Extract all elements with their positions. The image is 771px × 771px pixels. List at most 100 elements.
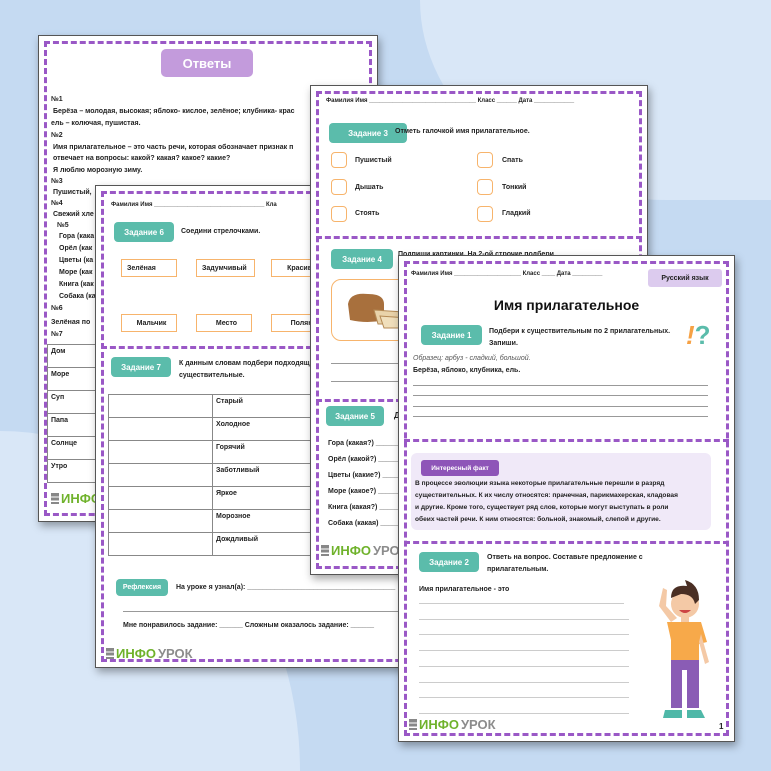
answer-line-text: Море (как xyxy=(59,269,93,276)
answer-cell[interactable] xyxy=(108,463,213,487)
fact-line: и другие. Кроме того, существует ряд сло… xyxy=(415,504,669,511)
answer-line[interactable] xyxy=(419,712,629,714)
word-box[interactable]: Мальчик xyxy=(121,314,177,332)
option-label: Стоять xyxy=(355,210,380,217)
answer-line-text: №2 xyxy=(51,132,63,139)
reflection-learned[interactable]: На уроке я узнал(а): ___________________… xyxy=(176,584,395,592)
answer-line-text: ель – колючая, пушистая. xyxy=(51,120,141,127)
answer-cell[interactable] xyxy=(108,486,213,510)
reflection-liked[interactable]: Мне понравилось задание: ______ Сложным … xyxy=(123,622,374,630)
option-label: Гладкий xyxy=(502,210,531,217)
answer-line[interactable] xyxy=(123,611,413,612)
answer-line[interactable] xyxy=(419,697,629,699)
infourok-logo: ИНФОУРОК xyxy=(321,543,408,558)
task7-text: существительные. xyxy=(179,372,245,379)
answers-title: Ответы xyxy=(161,49,253,77)
task4-label: Задание 4 xyxy=(331,249,393,269)
infourok-logo: ИНФОУРОК xyxy=(409,717,496,732)
answer-line[interactable] xyxy=(413,406,708,407)
answer-line-text: Собака (ка xyxy=(59,293,96,300)
name-field[interactable]: Фамилия Имя ____________________________… xyxy=(111,202,277,209)
answer-line-text: отвечает на вопросы: какой? какая? какое… xyxy=(53,155,231,162)
answer-line-text: №3 xyxy=(51,178,63,185)
section-divider xyxy=(404,439,729,442)
checkbox[interactable] xyxy=(477,206,493,222)
fact-line: обеих частей речи. К ним относятся: боль… xyxy=(415,516,661,523)
task7-label: Задание 7 xyxy=(111,357,171,377)
subject-badge: Русский язык xyxy=(648,269,722,287)
answer-cell[interactable] xyxy=(108,509,213,533)
word-box[interactable]: Задумчивый xyxy=(196,259,255,277)
task1-text: Подбери к существительным по 2 прилагате… xyxy=(489,328,671,335)
answer-line-text: Зелёная по xyxy=(51,319,91,326)
infourok-logo: ИНФОУРОК xyxy=(106,646,193,661)
checkbox[interactable] xyxy=(331,206,347,222)
answer-line-text: Я люблю морозную зиму. xyxy=(53,167,143,174)
answer-line[interactable] xyxy=(413,395,708,396)
answer-line-text: Орёл (как xyxy=(59,245,93,252)
answer-line-text: №6 xyxy=(51,305,63,312)
fact-box: Интересный факт В процессе эволюции язык… xyxy=(411,453,711,530)
checkbox[interactable] xyxy=(331,152,347,168)
name-field[interactable]: Фамилия Имя ____________________________… xyxy=(326,98,574,105)
task5-label: Задание 5 xyxy=(326,406,384,426)
answer-line[interactable] xyxy=(419,618,629,620)
answer-line-text: №1 xyxy=(51,96,63,103)
task7-text: К данным словам подбери подходящие xyxy=(179,360,318,367)
answer-cell[interactable] xyxy=(108,440,213,464)
option-label: Пушистый xyxy=(355,157,392,164)
task2-label: Задание 2 xyxy=(419,552,479,572)
answer-line-text: Имя прилагательное – это часть речи, кот… xyxy=(53,144,294,151)
answer-line[interactable] xyxy=(419,665,629,667)
option-label: Спать xyxy=(502,157,523,164)
worksheet-page-1: Фамилия Имя ____________________ Класс _… xyxy=(398,255,735,742)
task5-item[interactable]: Гора (какая?) ________ xyxy=(328,440,407,448)
word-box[interactable]: Место xyxy=(196,314,252,332)
option-label: Тонкий xyxy=(502,184,527,191)
exclamation-question-icon: !? xyxy=(686,320,711,350)
word-box[interactable]: Зелёная xyxy=(121,259,177,277)
answer-line-text: №4 xyxy=(51,200,63,207)
answer-line-text: №7 xyxy=(51,331,63,338)
task2-text: Ответь на вопрос. Составьте предложение … xyxy=(487,554,643,561)
answer-line-text: Гора (кака xyxy=(59,233,95,240)
page-title: Имя прилагательное xyxy=(493,297,640,313)
answer-line[interactable] xyxy=(419,634,629,636)
answer-line-text: Пушистый, xyxy=(53,189,92,196)
task1-text: Запиши. xyxy=(489,340,518,347)
answer-cell[interactable] xyxy=(108,417,213,441)
answer-line[interactable] xyxy=(419,650,629,652)
answer-line[interactable] xyxy=(419,603,624,604)
answer-cell[interactable] xyxy=(108,532,213,556)
answer-line-text: Цветы (ка xyxy=(59,257,94,264)
task2-prompt: Имя прилагательное - это xyxy=(419,586,510,593)
task2-text: прилагательным. xyxy=(487,566,549,573)
section-divider xyxy=(316,236,642,239)
answer-line[interactable] xyxy=(413,385,708,386)
task1-words: Берёза, яблоко, клубника, ель. xyxy=(413,367,521,374)
answer-line-text: Берёза – молодая, высокая; яблоко- кисло… xyxy=(53,108,295,115)
checkbox[interactable] xyxy=(477,152,493,168)
section-divider xyxy=(404,541,729,544)
task6-text: Соедини стрелочками. xyxy=(181,228,261,235)
answer-cell[interactable] xyxy=(108,394,213,418)
option-label: Дышать xyxy=(355,184,384,191)
fact-line: существительных. К их числу относятся: п… xyxy=(415,492,678,499)
answer-line[interactable] xyxy=(413,416,708,417)
answer-line-text: №5 xyxy=(57,222,69,229)
answer-line-text: Книга (как xyxy=(59,281,94,288)
task1-example: Образец: арбуз - сладкий, большой. xyxy=(413,355,531,362)
page-number: 1 xyxy=(719,722,724,731)
name-field[interactable]: Фамилия Имя ____________________ Класс _… xyxy=(411,271,602,278)
checkbox[interactable] xyxy=(477,179,493,195)
task6-label: Задание 6 xyxy=(114,222,174,242)
reflection-label: Рефлексия xyxy=(116,579,168,596)
fact-line: В процессе эволюции языка некоторые прил… xyxy=(415,480,665,487)
fact-label: Интересный факт xyxy=(421,460,499,476)
answer-line-text: Свежий хле xyxy=(53,211,94,218)
task3-text: Отметь галочкой имя прилагательное. xyxy=(395,128,530,135)
answer-line[interactable] xyxy=(419,681,629,683)
boy-illustration xyxy=(659,580,709,718)
checkbox[interactable] xyxy=(331,179,347,195)
task1-label: Задание 1 xyxy=(421,325,482,345)
